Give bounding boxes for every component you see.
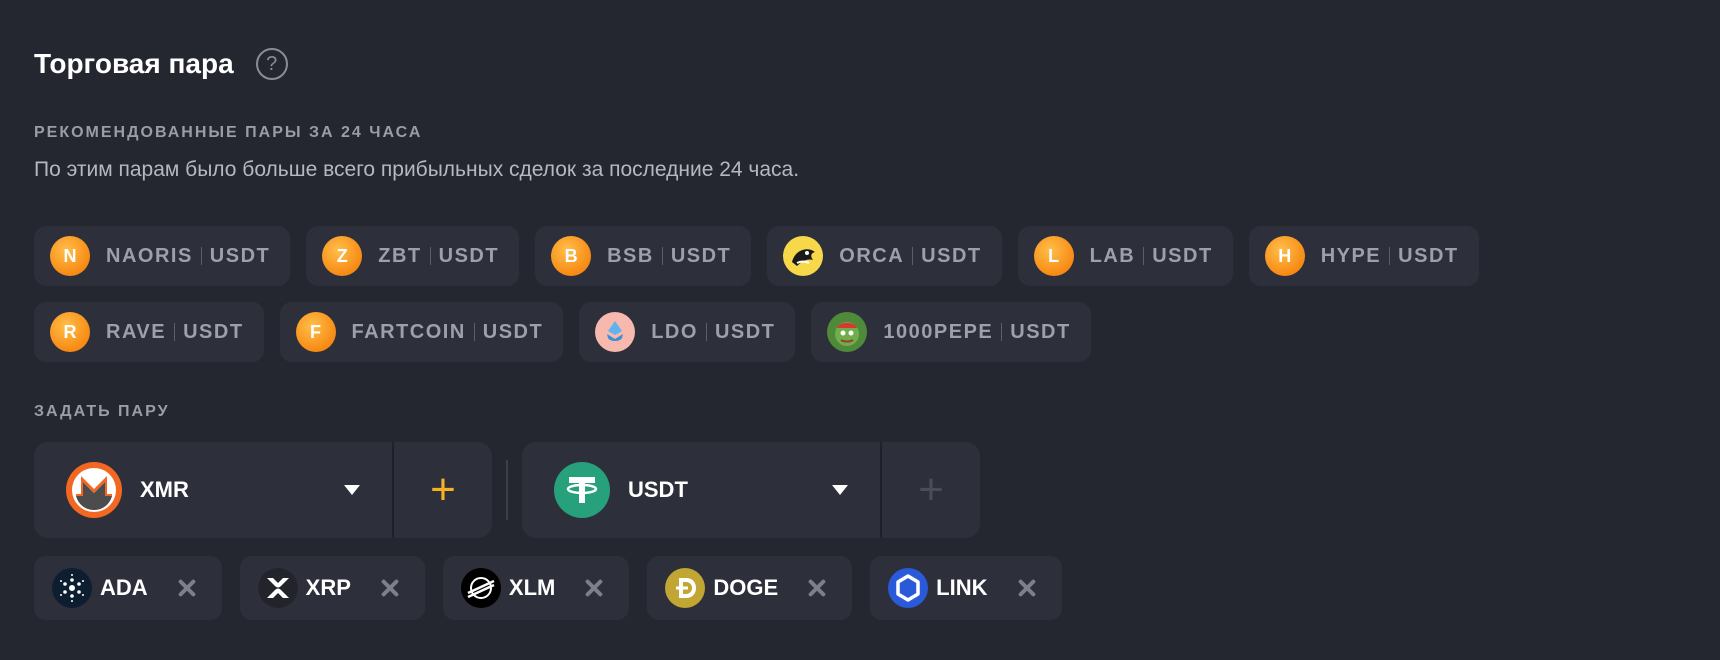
tag-label: LINK	[936, 575, 988, 600]
base-coin-label: XMR	[140, 477, 189, 502]
pair-quote: USDT	[1398, 244, 1459, 267]
pair-chip-rave-usdt[interactable]: R RAVE USDT	[34, 302, 264, 362]
tag-label: ADA	[100, 575, 148, 600]
tag-xlm: XLM	[442, 556, 630, 620]
pair-divider	[912, 247, 914, 265]
selector-divider	[506, 460, 508, 520]
header: Торговая пара ?	[34, 44, 288, 84]
quote-coin-label: USDT	[628, 477, 688, 502]
help-icon[interactable]: ?	[255, 48, 288, 80]
pair-divider	[705, 323, 707, 341]
pair-chip-zbt-usdt[interactable]: Z ZBT USDT	[306, 226, 520, 286]
pair-base: ZBT	[378, 244, 422, 267]
pair-quote: USDT	[921, 244, 982, 267]
orca-coin-icon	[783, 236, 824, 276]
base-coin-dropdown[interactable]: XMR	[34, 442, 394, 538]
pair-divider	[200, 247, 202, 265]
tag-label: DOGE	[713, 575, 779, 600]
pair-divider	[1001, 323, 1003, 341]
recommended-pairs-row-2: R RAVE USDT F FARTCOIN USDT LDO USDT 100…	[34, 302, 1091, 362]
bsb-coin-icon: B	[551, 236, 592, 276]
pair-base: LDO	[651, 320, 698, 343]
recommended-description: По этим парам было больше всего прибыльн…	[34, 158, 800, 181]
pair-base: ORCA	[839, 244, 905, 267]
pair-base: RAVE	[106, 320, 167, 343]
fartcoin-coin-icon: F	[295, 312, 336, 352]
naoris-coin-icon: N	[50, 236, 90, 276]
add-quote-coin-button[interactable]: +	[882, 442, 980, 538]
pair-quote: USDT	[670, 244, 732, 267]
pair-chip-orca-usdt[interactable]: ORCA USDT	[767, 226, 1002, 286]
pair-quote: USDT	[714, 320, 776, 343]
quote-coin-group: USDT +	[522, 442, 980, 538]
pair-quote: USDT	[209, 244, 271, 267]
trading-pair-panel: Торговая пара ? РЕКОМЕНДОВАННЫЕ ПАРЫ ЗА …	[0, 0, 1720, 660]
pair-chip-bsb-usdt[interactable]: B BSB USDT	[535, 226, 752, 286]
tag-link: LINK	[870, 556, 1062, 620]
tether-icon	[554, 462, 610, 518]
pair-quote: USDT	[1010, 320, 1071, 343]
hype-coin-icon: H	[1264, 236, 1305, 276]
pair-chip-fartcoin-usdt[interactable]: F FARTCOIN USDT	[279, 302, 564, 362]
chevron-down-icon	[344, 485, 360, 495]
close-icon[interactable]	[806, 577, 828, 599]
pepe-coin-icon	[827, 312, 868, 352]
lab-coin-icon: L	[1033, 236, 1074, 276]
pair-chip-lab-usdt[interactable]: L LAB USDT	[1017, 226, 1233, 286]
pair-quote: USDT	[482, 320, 544, 343]
chainlink-icon	[888, 568, 929, 608]
tag-xrp: XRP	[239, 556, 425, 620]
pair-quote: USDT	[183, 320, 244, 343]
close-icon[interactable]	[176, 577, 198, 599]
cardano-icon	[52, 568, 92, 608]
pair-base: FARTCOIN	[351, 320, 466, 343]
base-coin-group: XMR +	[34, 442, 492, 538]
pair-divider	[429, 247, 431, 265]
pair-quote: USDT	[1152, 244, 1213, 267]
pair-chip-ldo-usdt[interactable]: LDO USDT	[579, 302, 796, 362]
pair-quote: USDT	[438, 244, 500, 267]
quote-coin-dropdown[interactable]: USDT	[522, 442, 882, 538]
tag-ada: ADA	[34, 556, 222, 620]
pair-base: BSB	[607, 244, 654, 267]
pair-chip-1000pepe-usdt[interactable]: 1000PEPE USDT	[811, 302, 1091, 362]
pair-divider	[174, 323, 176, 341]
rave-coin-icon: R	[50, 312, 90, 352]
close-icon[interactable]	[1016, 577, 1038, 599]
pair-divider	[1389, 247, 1391, 265]
pair-selector: XMR + USDT +	[34, 442, 980, 538]
pair-divider	[473, 323, 475, 341]
add-base-coin-button[interactable]: +	[394, 442, 492, 538]
pair-base: HYPE	[1320, 244, 1382, 267]
dogecoin-icon	[665, 568, 706, 608]
close-icon[interactable]	[583, 577, 605, 599]
close-icon[interactable]	[379, 577, 401, 599]
tag-label: XRP	[305, 575, 351, 600]
pair-divider	[661, 247, 663, 265]
recommended-pairs-row-1: N NAORIS USDT Z ZBT USDT B BSB USDT ORCA…	[34, 226, 1479, 286]
recommended-label: РЕКОМЕНДОВАННЫЕ ПАРЫ ЗА 24 ЧАСА	[34, 124, 423, 141]
xrp-icon	[257, 568, 298, 608]
tag-doge: DOGE	[647, 556, 853, 620]
set-pair-label: ЗАДАТЬ ПАРУ	[34, 403, 170, 420]
pair-divider	[1143, 247, 1145, 265]
ldo-coin-icon	[595, 312, 636, 352]
monero-icon	[66, 462, 122, 518]
selected-coins: ADA XRP XLM DOGE LINK	[34, 556, 1062, 620]
pair-chip-naoris-usdt[interactable]: N NAORIS USDT	[34, 226, 291, 286]
tag-label: XLM	[508, 575, 556, 600]
pair-base: LAB	[1089, 244, 1136, 267]
chevron-down-icon	[832, 485, 848, 495]
page-title: Торговая пара	[34, 48, 234, 79]
pair-chip-hype-usdt[interactable]: H HYPE USDT	[1248, 226, 1479, 286]
pair-base: NAORIS	[106, 244, 193, 267]
zbt-coin-icon: Z	[322, 236, 363, 276]
pair-base: 1000PEPE	[883, 320, 994, 343]
stellar-icon	[460, 568, 501, 608]
